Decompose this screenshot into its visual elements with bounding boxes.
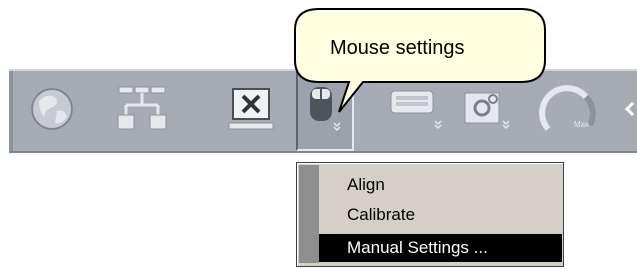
menu-item-manual-settings[interactable]: Manual Settings ... (319, 234, 562, 262)
menu-item-align[interactable]: Align (319, 171, 562, 199)
menu-item-calibrate[interactable]: Calibrate (319, 201, 562, 229)
chevron-left-icon (624, 101, 635, 117)
menu-item-label: Calibrate (347, 205, 416, 224)
globe-button[interactable] (27, 71, 77, 151)
close-window-button[interactable] (227, 71, 283, 151)
network-button[interactable] (110, 71, 174, 151)
gauge-label: Max (574, 120, 589, 129)
tooltip-text: Mouse settings (330, 37, 465, 59)
network-icon (117, 86, 167, 130)
menu-item-label: Manual Settings ... (347, 238, 488, 257)
mouse-settings-menu: Align Calibrate Manual Settings ... (296, 162, 564, 267)
close-window-icon (228, 88, 274, 130)
globe-icon (31, 88, 73, 130)
tooltip: Mouse settings (291, 8, 551, 118)
tooltip-balloon (294, 8, 546, 113)
menu-item-label: Align (347, 175, 385, 194)
toolbar-edge (9, 71, 13, 151)
menu-side-strip (299, 165, 319, 263)
scroll-right-button[interactable] (623, 71, 637, 151)
